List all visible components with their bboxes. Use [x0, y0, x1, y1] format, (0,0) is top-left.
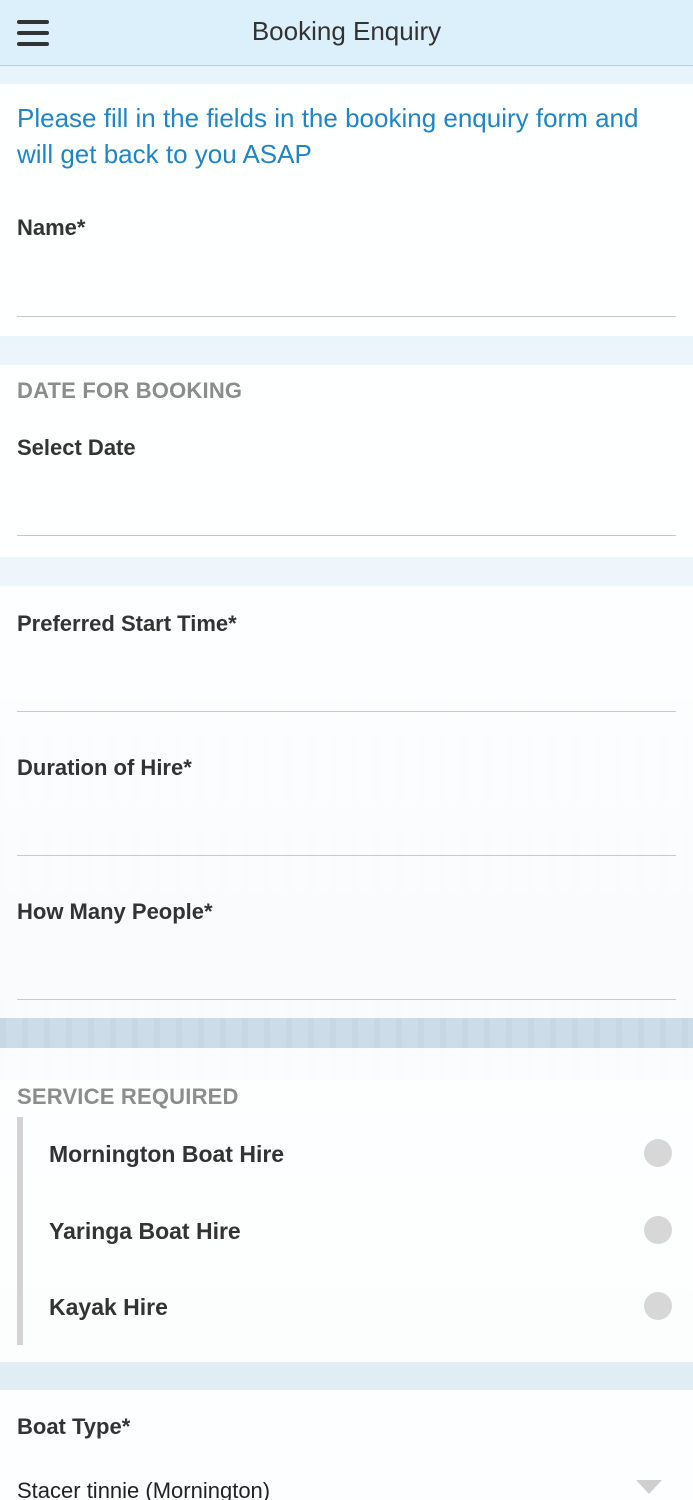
- select-date-label: Select Date: [17, 435, 136, 460]
- service-option-label: Yaringa Boat Hire: [49, 1218, 241, 1244]
- chevron-down-icon[interactable]: [636, 1480, 662, 1494]
- date-section-heading: DATE FOR BOOKING: [17, 378, 243, 403]
- service-option-label: Kayak Hire: [49, 1294, 168, 1320]
- people-field[interactable]: [17, 960, 676, 1000]
- app-header: Booking Enquiry: [0, 0, 693, 66]
- service-option-mornington[interactable]: Mornington Boat Hire: [23, 1117, 693, 1193]
- radio-button[interactable]: [644, 1216, 672, 1244]
- service-option-label: Mornington Boat Hire: [49, 1141, 285, 1167]
- start-time-label: Preferred Start Time*: [17, 611, 237, 636]
- date-field[interactable]: [17, 496, 676, 536]
- people-label: How Many People*: [17, 899, 213, 924]
- service-option-kayak[interactable]: Kayak Hire: [23, 1270, 693, 1346]
- radio-button[interactable]: [644, 1139, 672, 1167]
- details-panel: [0, 586, 693, 1018]
- name-field[interactable]: [17, 277, 676, 317]
- boat-type-select[interactable]: Stacer tinnie (Mornington): [17, 1478, 657, 1500]
- boat-type-label: Boat Type*: [17, 1414, 131, 1439]
- page-title: Booking Enquiry: [251, 16, 442, 46]
- radio-button[interactable]: [644, 1292, 672, 1320]
- form-intro-text: Please fill in the fields in the booking…: [17, 103, 639, 169]
- duration-label: Duration of Hire*: [17, 755, 192, 780]
- service-section-heading: SERVICE REQUIRED: [17, 1084, 239, 1109]
- duration-field[interactable]: [17, 816, 676, 856]
- name-label: Name*: [17, 215, 86, 240]
- service-option-yaringa[interactable]: Yaringa Boat Hire: [23, 1194, 693, 1270]
- start-time-field[interactable]: [17, 672, 676, 712]
- service-radio-group: Mornington Boat Hire Yaringa Boat Hire K…: [17, 1117, 693, 1345]
